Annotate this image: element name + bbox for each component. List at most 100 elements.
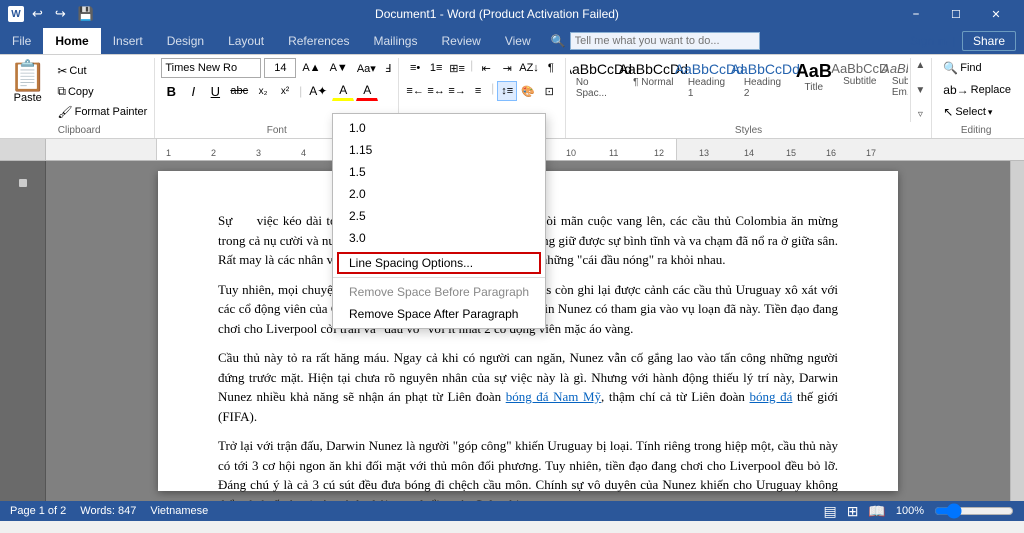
bold-button[interactable]: B: [161, 81, 181, 101]
minimize-button[interactable]: ⎯: [896, 0, 936, 28]
numbering-button[interactable]: 1≡: [426, 58, 446, 78]
paste-button[interactable]: 📋 Paste: [4, 58, 51, 121]
style-subtitle-preview: AaBbCcD: [831, 61, 888, 76]
right-scrollbar[interactable]: [1010, 161, 1024, 501]
paste-icon: 📋: [9, 62, 46, 92]
replace-icon: ab→: [943, 83, 968, 97]
tab-home[interactable]: Home: [43, 28, 100, 54]
remove-space-after[interactable]: Remove Space After Paragraph: [333, 303, 545, 325]
font-row2: B I U abc x₂ x² | A✦ A A: [161, 81, 394, 101]
style-title[interactable]: AaB Title: [794, 58, 834, 122]
style-heading2[interactable]: AaBbCcDd Heading 2: [738, 58, 793, 122]
link-south-america-football[interactable]: bóng đá Nam Mỹ: [506, 389, 601, 404]
style-subtitle[interactable]: AaBbCcD Subtitle: [835, 58, 885, 122]
ribbon-search-input[interactable]: [570, 32, 760, 50]
word-count: Words: 847: [80, 505, 136, 517]
font-name-input[interactable]: [161, 58, 261, 78]
page-info: Page 1 of 2: [10, 505, 66, 517]
window-title: Document1 - Word (Product Activation Fai…: [375, 7, 619, 21]
find-button[interactable]: 🔍 Find: [938, 58, 1016, 78]
line-spacing-button[interactable]: ↕≡: [497, 81, 517, 101]
page-indicator: [19, 179, 27, 187]
para-row1: ≡• 1≡ ⊞≡ | ⇤ ⇥ AZ↓ ¶: [405, 58, 561, 78]
align-right-button[interactable]: ≡→: [447, 81, 467, 101]
zoom-slider[interactable]: [934, 505, 1014, 517]
undo-button[interactable]: ↩: [28, 4, 47, 24]
style-heading1-label: Heading 1: [688, 77, 731, 99]
shading-button[interactable]: 🎨: [518, 81, 538, 101]
font-color-button[interactable]: A: [356, 81, 378, 101]
show-hide-button[interactable]: ¶: [541, 58, 561, 78]
change-case-button[interactable]: Aa▾: [354, 58, 379, 78]
style-title-label: Title: [805, 82, 824, 93]
layout-web-icon[interactable]: ⊞: [847, 503, 859, 520]
spacing-1-15[interactable]: 1.15: [333, 139, 545, 161]
style-normal-label: ¶ Normal: [633, 77, 673, 88]
cut-button[interactable]: ✂ Cut: [54, 62, 150, 80]
style-normal[interactable]: AaBbCcDd ¶ Normal: [626, 58, 681, 122]
tab-view[interactable]: View: [493, 28, 543, 54]
bullets-button[interactable]: ≡•: [405, 58, 425, 78]
align-center-button[interactable]: ≡↔: [426, 81, 446, 101]
strikethrough-button[interactable]: abc: [227, 81, 251, 101]
spacing-1-0[interactable]: 1.0: [333, 117, 545, 139]
style-subtle-em[interactable]: AaBbCcDd Subtle Em...: [886, 58, 909, 122]
increase-indent-button[interactable]: ⇥: [497, 58, 517, 78]
shrink-font-button[interactable]: A▼: [327, 58, 351, 78]
underline-button[interactable]: U: [205, 81, 225, 101]
font-row1: A▲ A▼ Aa▾ Ⅎ: [161, 58, 394, 78]
status-right: ▤ ⊞ 📖 100%: [823, 503, 1014, 520]
copy-button[interactable]: ⧉ Copy: [54, 82, 150, 101]
sign-in-link[interactable]: Sign in: [910, 34, 947, 48]
font-size-input[interactable]: [264, 58, 296, 78]
title-bar-left: W ↩ ↪ 💾: [8, 4, 98, 24]
close-button[interactable]: ✕: [976, 0, 1016, 28]
tab-file[interactable]: File: [0, 28, 43, 54]
styles-scroll-up-button[interactable]: ▲: [913, 58, 927, 73]
superscript-button[interactable]: x²: [275, 81, 295, 101]
tab-layout[interactable]: Layout: [216, 28, 276, 54]
tab-references[interactable]: References: [276, 28, 361, 54]
zoom-level: 100%: [896, 505, 924, 517]
clipboard-content: 📋 Paste ✂ Cut ⧉ Copy 🖌 Format Painter: [4, 58, 150, 121]
align-left-button[interactable]: ≡←: [405, 81, 425, 101]
tab-mailings[interactable]: Mailings: [361, 28, 429, 54]
layout-read-icon[interactable]: 📖: [868, 503, 885, 520]
tab-design[interactable]: Design: [155, 28, 216, 54]
grow-font-button[interactable]: A▲: [299, 58, 323, 78]
tab-insert[interactable]: Insert: [101, 28, 155, 54]
format-painter-button[interactable]: 🖌 Format Painter: [54, 103, 150, 121]
italic-button[interactable]: I: [183, 81, 203, 101]
decrease-indent-button[interactable]: ⇤: [476, 58, 496, 78]
spacing-2-5[interactable]: 2.5: [333, 205, 545, 227]
save-button[interactable]: 💾: [74, 4, 98, 24]
sort-button[interactable]: AZ↓: [518, 58, 540, 78]
spacing-1-5[interactable]: 1.5: [333, 161, 545, 183]
redo-button[interactable]: ↪: [51, 4, 70, 24]
share-button[interactable]: Share: [962, 31, 1016, 51]
style-heading1[interactable]: AaBbCcDd Heading 1: [682, 58, 737, 122]
line-spacing-options-item[interactable]: Line Spacing Options...: [337, 252, 541, 274]
spacing-2-0[interactable]: 2.0: [333, 183, 545, 205]
text-effects-button[interactable]: A✦: [306, 81, 330, 101]
spacing-3-0[interactable]: 3.0: [333, 227, 545, 249]
highlight-color-button[interactable]: A: [332, 81, 354, 101]
subscript-button[interactable]: x₂: [253, 81, 273, 101]
styles-expand-button[interactable]: ▿: [913, 107, 927, 122]
replace-button[interactable]: ab→ Replace: [938, 80, 1016, 100]
style-no-spacing-label: No Spac...: [576, 77, 619, 99]
remove-space-before[interactable]: Remove Space Before Paragraph: [333, 281, 545, 303]
borders-button[interactable]: ⊡: [539, 81, 559, 101]
select-button[interactable]: ↖ Select ▾: [938, 102, 1016, 122]
style-no-spacing[interactable]: AaBbCcDd No Spac...: [570, 58, 625, 122]
window-controls: ⎯ ☐ ✕: [896, 0, 1016, 28]
justify-button[interactable]: ≡: [468, 81, 488, 101]
clear-format-button[interactable]: Ⅎ: [382, 58, 394, 78]
styles-scroll-down-button[interactable]: ▼: [913, 83, 927, 98]
maximize-button[interactable]: ☐: [936, 0, 976, 28]
multilevel-list-button[interactable]: ⊞≡: [447, 58, 467, 78]
layout-print-icon[interactable]: ▤: [823, 503, 836, 520]
tab-review[interactable]: Review: [429, 28, 492, 54]
link-world-football[interactable]: bóng đá: [750, 389, 793, 404]
styles-scroll-buttons: ▲ ▼ ▿: [910, 58, 929, 122]
